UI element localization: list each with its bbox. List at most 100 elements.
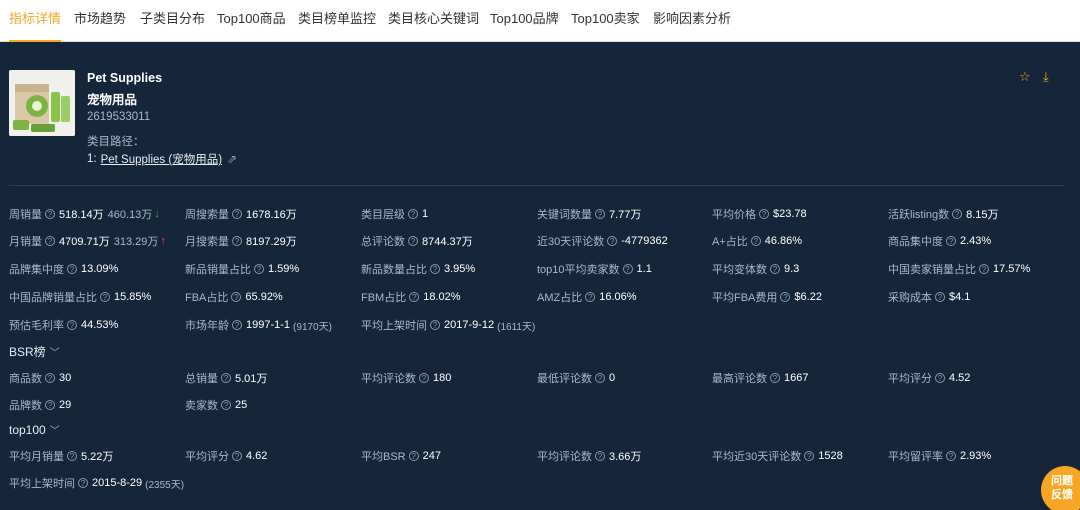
help-icon[interactable]: ?: [935, 373, 945, 383]
metric-value: $6.22: [794, 291, 822, 303]
help-icon[interactable]: ?: [946, 451, 956, 461]
tab-subcategory-distribution[interactable]: 子类目分布: [140, 0, 205, 42]
help-icon[interactable]: ?: [45, 236, 55, 246]
help-icon[interactable]: ?: [409, 292, 420, 302]
category-id: 2619533011: [87, 111, 151, 123]
metric-label: 中国品牌销量占比: [9, 292, 97, 304]
help-icon[interactable]: ?: [45, 400, 55, 410]
help-icon[interactable]: ?: [770, 264, 780, 274]
help-icon[interactable]: ?: [780, 292, 791, 302]
metric-value: 8744.37万: [422, 236, 473, 248]
help-icon[interactable]: ?: [430, 320, 440, 330]
help-icon[interactable]: ?: [408, 209, 418, 219]
metric-extra: (1611天): [497, 321, 536, 333]
metric-value: 30: [59, 372, 72, 384]
metric-market-age: 市场年龄? 1997-1-1 (9170天): [185, 317, 332, 333]
metric-total-reviews: 总评论数? 8744.37万: [361, 233, 473, 249]
help-icon[interactable]: ?: [45, 209, 55, 219]
tab-top100-sellers[interactable]: Top100卖家: [571, 0, 640, 42]
bsr-brand-count: 品牌数? 29: [9, 397, 71, 413]
top100-avg-monthly-sales: 平均月销量? 5.22万: [9, 448, 113, 464]
help-icon[interactable]: ?: [232, 236, 242, 246]
metric-label: 月销量: [9, 236, 42, 248]
help-icon[interactable]: ?: [430, 264, 440, 274]
metric-label: 周搜索量: [185, 209, 229, 221]
help-icon[interactable]: ?: [100, 292, 110, 302]
help-icon[interactable]: ?: [67, 264, 77, 274]
help-icon[interactable]: ?: [78, 478, 88, 488]
metric-label: 总评论数: [361, 236, 405, 248]
help-icon[interactable]: ?: [595, 451, 605, 461]
metric-sub-value: 460.13万: [107, 209, 153, 221]
help-icon[interactable]: ?: [419, 373, 429, 383]
tab-category-rank-monitor[interactable]: 类目榜单监控: [298, 0, 376, 42]
metric-brand-concentration: 品牌集中度? 13.09%: [9, 261, 118, 277]
tab-top100-products[interactable]: Top100商品: [217, 0, 286, 42]
metric-value: 1.1: [636, 263, 652, 275]
metric-value: 65.92%: [245, 291, 283, 303]
help-icon[interactable]: ?: [408, 451, 419, 461]
help-icon[interactable]: ?: [804, 451, 815, 461]
help-icon[interactable]: ?: [232, 320, 242, 330]
metric-label: 商品集中度: [888, 236, 943, 248]
trend-down-icon: ↓: [154, 208, 160, 220]
tab-influence-factors[interactable]: 影响因素分析: [653, 0, 731, 42]
section-title: BSR榜: [9, 345, 46, 359]
metric-label: 平均评论数: [537, 451, 592, 463]
tab-market-trend[interactable]: 市场趋势: [74, 0, 126, 42]
help-icon[interactable]: ?: [408, 236, 418, 246]
help-icon[interactable]: ?: [232, 209, 242, 219]
help-icon[interactable]: ?: [585, 292, 596, 302]
top100-avg-review-rate: 平均留评率? 2.93%: [888, 448, 991, 464]
help-icon[interactable]: ?: [770, 373, 780, 383]
metric-label: 中国卖家销量占比: [888, 264, 976, 276]
tab-category-keywords[interactable]: 类目核心关键词: [388, 0, 479, 42]
help-icon[interactable]: ?: [67, 451, 77, 461]
help-icon[interactable]: ?: [45, 373, 55, 383]
share-icon[interactable]: ⇗: [227, 152, 237, 166]
help-icon[interactable]: ?: [935, 292, 945, 302]
help-icon[interactable]: ?: [759, 209, 769, 219]
download-icon[interactable]: ⤓: [1043, 69, 1049, 85]
help-icon[interactable]: ?: [607, 236, 618, 246]
metric-label: 平均近30天评论数: [712, 451, 802, 463]
metric-sub-value: 313.29万: [113, 236, 159, 248]
bsr-section-toggle[interactable]: BSR榜 ﹀: [9, 343, 60, 360]
help-icon[interactable]: ?: [231, 292, 242, 302]
help-icon[interactable]: ?: [595, 209, 605, 219]
metric-fbm-ratio: FBM占比? 18.02%: [361, 289, 461, 305]
metric-monthly-search: 月搜索量? 8197.29万: [185, 233, 297, 249]
help-icon[interactable]: ?: [232, 451, 242, 461]
help-icon[interactable]: ?: [221, 373, 231, 383]
metric-label: 平均价格: [712, 209, 756, 221]
help-icon[interactable]: ?: [946, 236, 956, 246]
star-icon[interactable]: ☆: [1019, 69, 1031, 85]
feedback-button[interactable]: 问题 反馈: [1041, 466, 1080, 510]
feedback-line1: 问题: [1051, 475, 1073, 487]
help-icon[interactable]: ?: [952, 209, 963, 219]
metric-value: 2015-8-29: [92, 477, 143, 489]
metric-avg-variants: 平均变体数? 9.3: [712, 261, 799, 277]
metric-value: 3.66万: [609, 451, 642, 463]
help-icon[interactable]: ?: [595, 373, 605, 383]
metric-label: 最高评论数: [712, 373, 767, 385]
tab-top100-brands[interactable]: Top100品牌: [490, 0, 559, 42]
metric-value: 5.22万: [81, 451, 114, 463]
category-path-link[interactable]: Pet Supplies (宠物用品): [101, 151, 222, 167]
metric-value: 518.14万: [59, 209, 104, 221]
help-icon[interactable]: ?: [221, 400, 231, 410]
metrics-panel: Pet Supplies 宠物用品 2619533011 类目路径： 1: Pe…: [0, 43, 1080, 510]
metric-reviews-30d: 近30天评论数? -4779362: [537, 233, 668, 249]
tab-metric-details[interactable]: 指标详情: [9, 0, 62, 42]
top100-section-toggle[interactable]: top100 ﹀: [9, 422, 60, 437]
metric-label: 关键词数量: [537, 209, 592, 221]
help-icon[interactable]: ?: [254, 264, 264, 274]
bsr-avg-reviews: 平均评论数? 180: [361, 370, 451, 386]
help-icon[interactable]: ?: [750, 236, 761, 246]
metric-value: 0: [609, 372, 616, 384]
help-icon[interactable]: ?: [67, 320, 77, 330]
help-icon[interactable]: ?: [979, 264, 989, 274]
metric-value: $4.1: [949, 291, 971, 303]
metric-value: 4.62: [246, 450, 268, 462]
help-icon[interactable]: ?: [622, 264, 633, 274]
